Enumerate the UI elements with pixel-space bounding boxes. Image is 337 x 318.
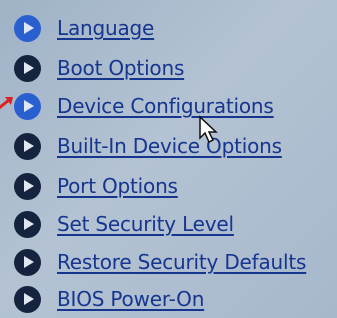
menu-item-label: Restore Security Defaults (57, 250, 307, 274)
mouse-cursor-icon (199, 115, 218, 144)
menu-item-label: Built-In Device Options (57, 134, 282, 158)
menu-item-label: Boot Options (57, 56, 185, 80)
play-bullet-icon (14, 172, 41, 200)
menu-item-label: Language (57, 16, 155, 40)
menu-item-built-in-device-options[interactable]: Built-In Device Options (14, 129, 282, 163)
play-bullet-icon (14, 248, 41, 276)
red-arrow-icon (0, 97, 13, 110)
menu-item-label: BIOS Power-On (57, 287, 205, 311)
menu-item-label: Port Options (57, 174, 178, 198)
menu-item-boot-options[interactable]: Boot Options (14, 51, 184, 85)
menu-item-set-security-level[interactable]: Set Security Level (14, 207, 234, 241)
menu-item-label: Device Configurations (57, 94, 274, 118)
menu-item-bios-power-on[interactable]: BIOS Power-On (14, 282, 204, 316)
menu-item-label: Set Security Level (57, 212, 234, 236)
menu-item-restore-security-defaults[interactable]: Restore Security Defaults (14, 245, 306, 279)
menu-item-port-options[interactable]: Port Options (14, 169, 178, 203)
play-bullet-icon (14, 54, 41, 82)
blue-play-bullet-icon (14, 14, 41, 42)
play-bullet-icon (14, 132, 41, 160)
play-bullet-icon (14, 285, 41, 313)
blue-play-bullet-icon (14, 92, 41, 120)
menu-item-language[interactable]: Language (14, 11, 154, 45)
play-bullet-icon (14, 210, 41, 238)
menu-item-device-configurations[interactable]: Device Configurations (14, 89, 274, 123)
bios-menu: Language Boot Options Device Configurati… (0, 0, 337, 318)
